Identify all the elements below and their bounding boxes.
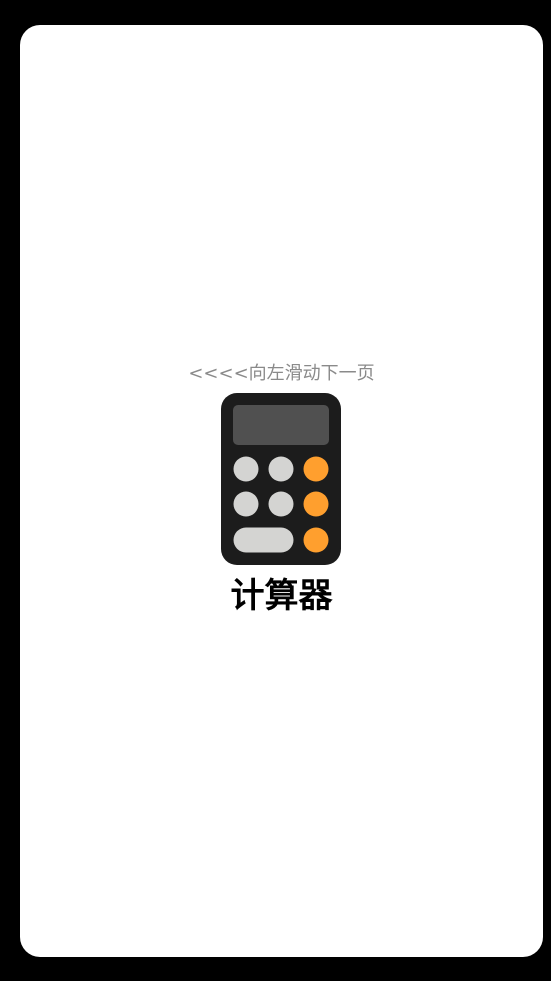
calculator-display: [233, 405, 329, 445]
calculator-key: [233, 456, 259, 482]
calculator-key: [233, 491, 259, 517]
calculator-key: [268, 456, 294, 482]
calculator-key: [268, 491, 294, 517]
swipe-hint: <<<<向左滑动下一页: [188, 363, 375, 384]
calculator-key-wide: [233, 527, 294, 553]
calculator-icon-graphic: [221, 393, 341, 565]
app-title: 计算器: [230, 576, 333, 616]
calculator-icon[interactable]: [221, 393, 341, 565]
calculator-key-operator: [303, 527, 329, 553]
splash-screen[interactable]: <<<<向左滑动下一页 计算器: [20, 25, 543, 957]
calculator-key-operator: [303, 491, 329, 517]
calculator-key-operator: [303, 456, 329, 482]
